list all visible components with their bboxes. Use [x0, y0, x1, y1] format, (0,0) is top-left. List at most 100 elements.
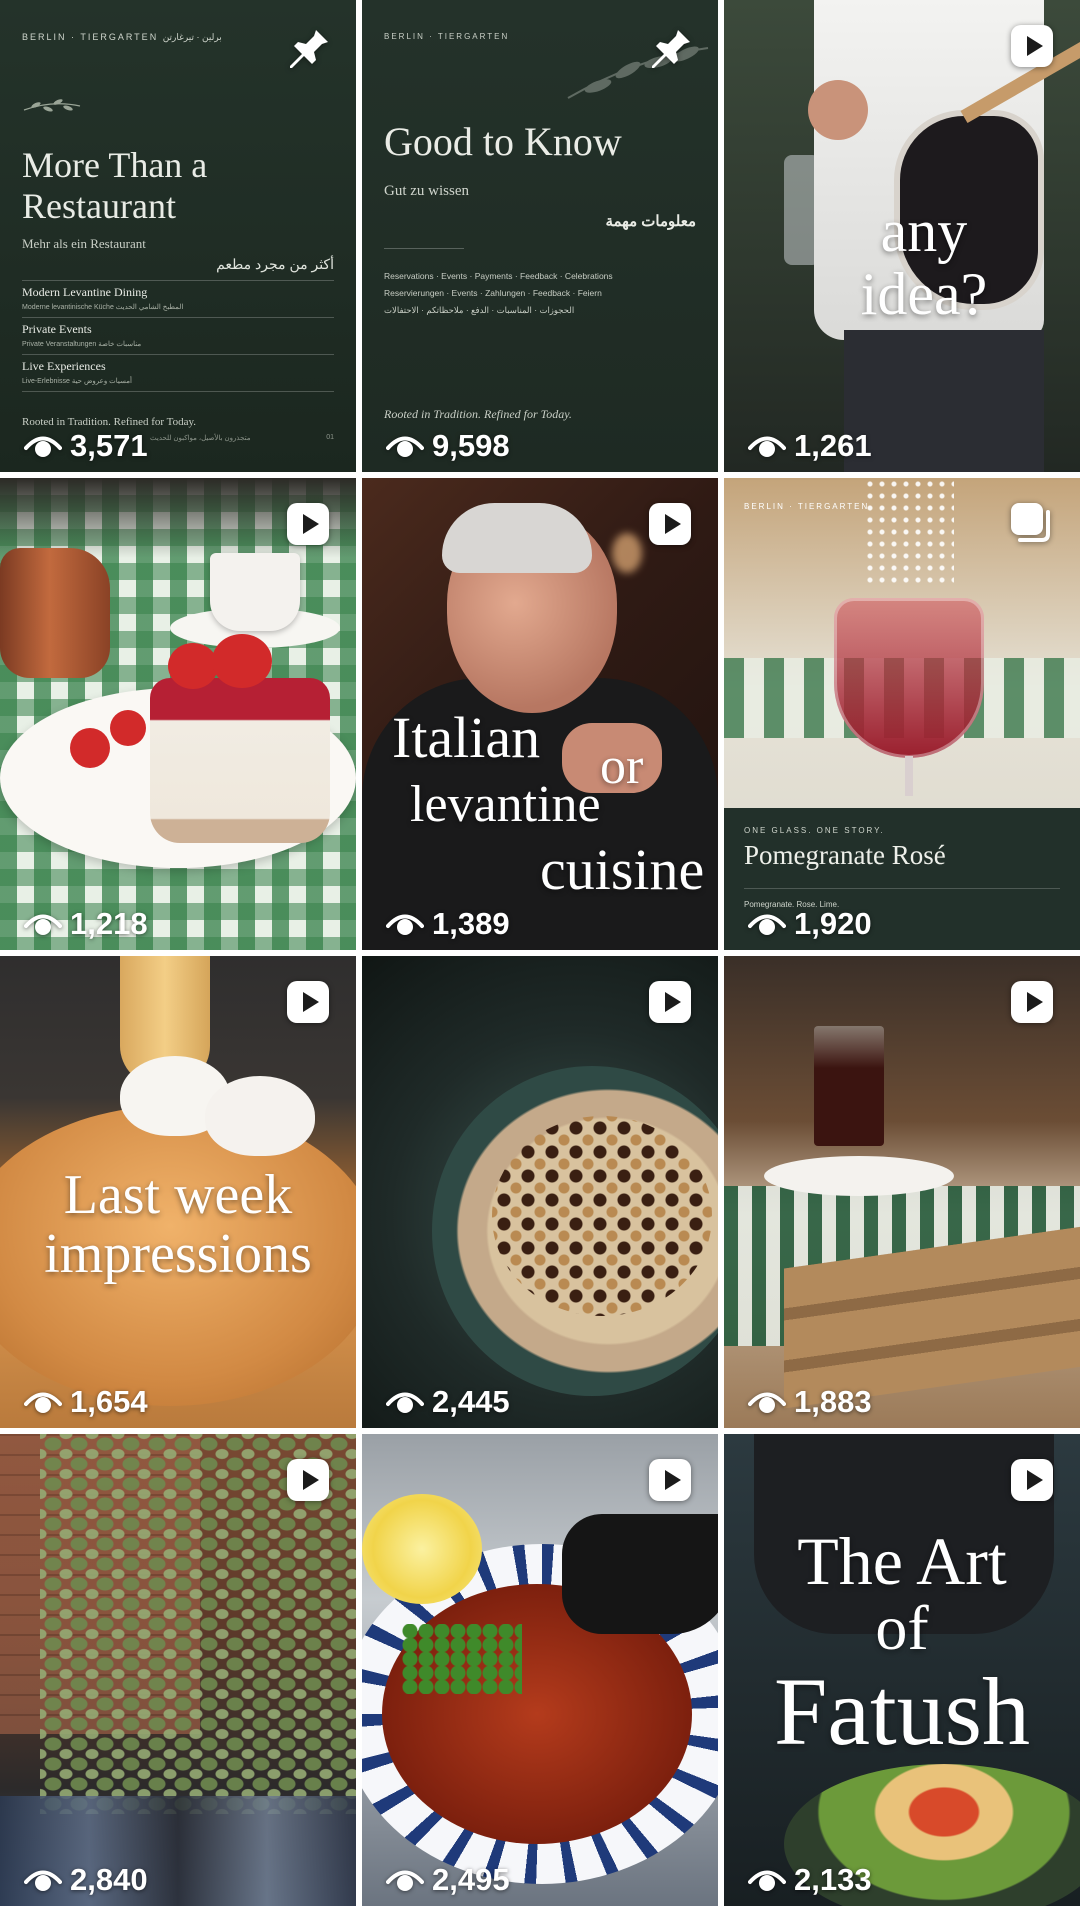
eye-icon — [748, 1870, 786, 1891]
view-count: 1,920 — [748, 906, 872, 942]
raspberry-image — [70, 728, 110, 768]
post-tile-italian-or-levantine[interactable]: Italian or levantine cuisine 1,389 — [362, 478, 718, 950]
view-count-value: 2,840 — [70, 1862, 148, 1897]
view-count-value: 1,654 — [70, 1384, 148, 1419]
post-feature-list: Modern Levantine Dining Moderne levantin… — [22, 280, 334, 392]
reel-overlay-line: The Art — [797, 1523, 1007, 1599]
strawberry-image — [168, 643, 218, 689]
post-page-number: 01 — [326, 434, 334, 441]
post-location-label: BERLIN · TIERGARTEN برلين · تيرغارتن — [22, 32, 222, 42]
post-tile-any-idea[interactable]: any idea? 1,261 — [724, 0, 1080, 472]
post-tile-pomegranate-rose[interactable]: BERLIN · TIERGARTEN ONE GLASS. ONE STORY… — [724, 478, 1080, 950]
feature-subtitle: Private Veranstaltungen مناسبات خاصة — [22, 341, 142, 348]
reel-play-icon — [287, 503, 329, 545]
view-count: 9,598 — [386, 428, 510, 464]
post-footer: متجذرون بالأصيل، مواكبون للحديث 01 — [150, 434, 334, 442]
olive-branch-icon — [23, 99, 81, 112]
view-count: 2,840 — [24, 1862, 148, 1898]
eye-icon — [24, 914, 62, 935]
man-hair-image — [442, 503, 592, 573]
eye-icon — [748, 1392, 786, 1413]
divider — [744, 888, 1060, 889]
copper-coffee-pot-image — [0, 548, 110, 678]
post-tile-terrace-table[interactable]: 1,883 — [724, 956, 1080, 1428]
topics-de: Reservierungen · Events · Zahlungen · Fe… — [384, 288, 602, 298]
hand-image — [808, 80, 868, 140]
view-count-value: 1,389 — [432, 906, 510, 941]
post-tile-hummus-bowl[interactable]: 2,445 — [362, 956, 718, 1428]
post-location-label: BERLIN · TIERGARTEN — [384, 32, 510, 41]
reel-overlay-text: any idea? — [860, 198, 988, 327]
cream-dollop-image — [205, 1076, 315, 1156]
feature-row: Modern Levantine Dining Moderne levantin… — [22, 280, 334, 317]
lemon-image — [362, 1494, 482, 1604]
reel-play-icon — [649, 1459, 691, 1501]
carousel-icon — [1011, 503, 1050, 542]
post-motto-arabic: متجذرون بالأصيل، مواكبون للحديث — [150, 435, 251, 442]
profile-posts-grid: BERLIN · TIERGARTEN برلين · تيرغارتن Mor… — [0, 0, 1080, 1918]
view-count-value: 2,445 — [432, 1384, 510, 1419]
meat-and-cashews-image — [492, 1116, 712, 1316]
glass-stem-image — [905, 756, 913, 796]
babys-breath-flowers-image — [864, 478, 954, 588]
topics-ar: الحجوزات · المناسبات · الدفع · ملاحظاتكم… — [384, 305, 575, 315]
reel-overlay-line: Italian — [392, 705, 541, 770]
eye-icon — [748, 436, 786, 457]
eye-icon — [386, 1392, 424, 1413]
view-count-value: 9,598 — [432, 428, 510, 463]
view-count-value: 2,133 — [794, 1862, 872, 1897]
post-title: More Than a Restaurant — [22, 145, 208, 226]
musician-pants-image — [844, 330, 1044, 472]
strawberry-image — [212, 634, 272, 688]
eye-icon — [24, 436, 62, 457]
topics-en: Reservations · Events · Payments · Feedb… — [384, 271, 613, 281]
reel-play-icon — [1011, 981, 1053, 1023]
view-count: 1,218 — [24, 906, 148, 942]
coffee-cup-image — [210, 553, 300, 631]
view-count: 1,883 — [748, 1384, 872, 1420]
reel-overlay-line: Fatush — [773, 1658, 1031, 1765]
feature-row: Private Events Private Veranstaltungen م… — [22, 317, 334, 354]
feature-title: Modern Levantine Dining — [22, 285, 148, 299]
post-kicker: ONE GLASS. ONE STORY. — [744, 826, 885, 835]
view-count: 2,445 — [386, 1384, 510, 1420]
feature-title: Live Experiences — [22, 359, 106, 373]
post-motto: Rooted in Tradition. Refined for Today. — [384, 407, 572, 421]
post-tile-cheesecake[interactable]: 1,218 — [0, 478, 356, 950]
parsley-image — [402, 1624, 522, 1694]
post-tile-more-than-a-restaurant[interactable]: BERLIN · TIERGARTEN برلين · تيرغارتن Mor… — [0, 0, 356, 472]
lamp-glow-image — [612, 533, 642, 573]
pin-icon — [652, 26, 690, 68]
view-count: 1,389 — [386, 906, 510, 942]
eye-icon — [386, 914, 424, 935]
view-count-value: 3,571 — [70, 428, 148, 463]
post-arabic-subtitle: أكثر من مجرد مطعم — [216, 256, 334, 272]
plate-image — [764, 1156, 954, 1196]
post-tile-sausages-bowl[interactable]: 2,495 — [362, 1434, 718, 1906]
view-count-value: 1,261 — [794, 428, 872, 463]
post-title: Good to Know — [384, 119, 622, 164]
post-tile-last-week-impressions[interactable]: Last week impressions 1,654 — [0, 956, 356, 1428]
reel-overlay-line: levantine — [410, 776, 601, 833]
eye-icon — [24, 1392, 62, 1413]
reel-play-icon — [287, 1459, 329, 1501]
gloved-hand-image — [562, 1514, 718, 1634]
reel-play-icon — [287, 981, 329, 1023]
reel-overlay-line: cuisine — [540, 837, 705, 902]
reel-overlay-text: Last week impressions — [44, 1164, 312, 1285]
post-tile-good-to-know[interactable]: BERLIN · TIERGARTEN Good to Know Gut zu … — [362, 0, 718, 472]
divider — [384, 248, 464, 249]
post-tile-olive-tree-terrace[interactable]: 2,840 — [0, 1434, 356, 1906]
view-count-value: 1,883 — [794, 1384, 872, 1419]
reel-play-icon — [649, 981, 691, 1023]
post-tile-art-of-fatush[interactable]: The Art of Fatush 2,133 — [724, 1434, 1080, 1906]
cheesecake-image — [150, 678, 330, 843]
cocktail-glass-image — [834, 598, 984, 758]
eye-icon — [748, 914, 786, 935]
view-count: 2,495 — [386, 1862, 510, 1898]
pin-icon — [290, 26, 328, 68]
eye-icon — [386, 436, 424, 457]
feature-subtitle: Live-Erlebnisse أمسيات وعروض حية — [22, 378, 132, 385]
reel-play-icon — [649, 503, 691, 545]
raspberry-image — [110, 710, 146, 746]
